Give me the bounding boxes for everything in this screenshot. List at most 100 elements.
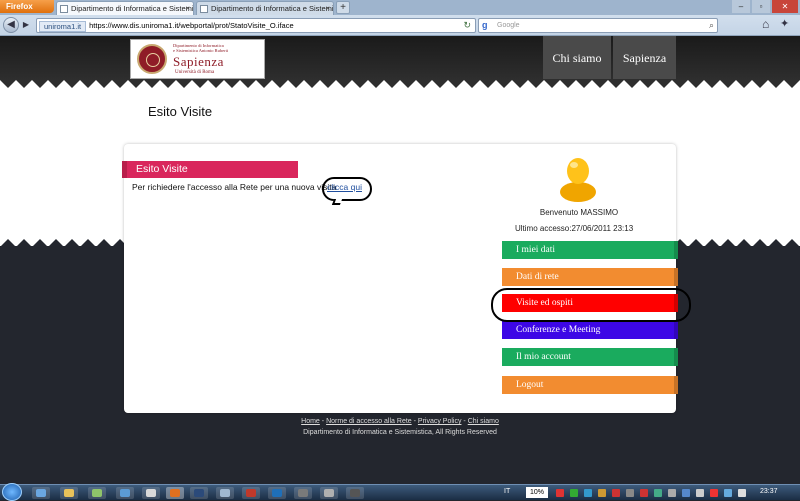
zoom-indicator[interactable]: 10% [526, 487, 548, 498]
tab-title: Dipartimento di Informatica e Sistemisti… [211, 4, 334, 13]
browser-tab[interactable]: Dipartimento di Informatica e Sistemisti… [196, 1, 334, 15]
footer-link-chi-siamo[interactable]: Chi siamo [468, 418, 499, 425]
navigation-toolbar: ◀ ▶ uniroma1.it https://www.dis.uniroma1.… [0, 15, 800, 35]
taskbar-app[interactable] [216, 487, 234, 499]
taskbar-app[interactable] [268, 487, 286, 499]
new-tab-button[interactable]: + [336, 1, 350, 14]
windows-taskbar: IT 10% 23:37 [0, 483, 800, 501]
firefox-menu-button[interactable]: Firefox [0, 0, 54, 13]
close-window-icon[interactable]: ✕ [772, 0, 798, 13]
search-icon[interactable]: ⌕ [709, 19, 714, 32]
tools-icon[interactable]: ✦ [780, 17, 789, 30]
page-icon [60, 5, 68, 13]
taskbar-app[interactable] [142, 487, 160, 499]
taskbar-app[interactable] [242, 487, 260, 499]
taskbar-app[interactable] [88, 487, 106, 499]
app-icon [324, 489, 334, 497]
google-icon: g [482, 20, 488, 30]
window-controls: – ▫ ✕ [732, 0, 798, 14]
page-icon [200, 5, 208, 13]
welcome-text: Benvenuto MASSIMO [539, 208, 619, 217]
browser-tab-active[interactable]: Dipartimento di Informatica e Sistemiti.… [56, 1, 194, 15]
tray-icon[interactable] [570, 489, 578, 497]
zigzag-top-divider [0, 79, 800, 88]
taskbar-app[interactable] [190, 487, 208, 499]
request-access-text: Per richiedere l'accesso alla Rete per u… [132, 182, 337, 192]
tab-bar: Firefox Dipartimento di Informatica e Si… [0, 0, 800, 15]
tray-icon[interactable] [682, 489, 690, 497]
start-button[interactable] [2, 483, 22, 501]
app-icon [272, 489, 282, 497]
logo-name: Sapienza [173, 54, 224, 69]
footer-copyright: Dipartimento di Informatica e Sistemisti… [303, 429, 497, 436]
language-indicator[interactable]: IT [504, 488, 510, 495]
taskbar-app[interactable] [294, 487, 312, 499]
menu-conferenze-e-meeting[interactable]: Conferenze e Meeting [502, 321, 678, 339]
taskbar-app[interactable] [116, 487, 134, 499]
footer-link-norme[interactable]: Norme di accesso alla Rete [326, 418, 412, 425]
search-placeholder: Google [497, 22, 520, 29]
app-icon [350, 489, 360, 497]
taskbar-app[interactable] [320, 487, 338, 499]
menu-il-mio-account[interactable]: Il mio account [502, 348, 678, 366]
annotation-circle-link [322, 177, 372, 201]
logo-university: Università di Roma [175, 70, 215, 75]
app-icon [92, 489, 102, 497]
taskbar-app[interactable] [60, 487, 78, 499]
search-input[interactable]: g Google ⌕ [478, 18, 718, 33]
home-icon[interactable]: ⌂ [762, 17, 769, 31]
close-tab-icon[interactable]: × [325, 2, 330, 15]
browser-chrome: Firefox Dipartimento di Informatica e Si… [0, 0, 800, 36]
menu-i-miei-dati[interactable]: I miei dati [502, 241, 678, 259]
sapienza-logo[interactable]: Dipartimento di Informatica e Sistemisti… [130, 39, 265, 79]
tray-icon[interactable] [710, 489, 718, 497]
app-icon [194, 489, 204, 497]
folder-icon [36, 489, 46, 497]
explorer-icon [64, 489, 74, 497]
taskbar-app-firefox[interactable] [166, 487, 184, 499]
app-icon [146, 489, 156, 497]
tray-icon[interactable] [626, 489, 634, 497]
tray-icon[interactable] [584, 489, 592, 497]
footer-link-home[interactable]: Home [301, 418, 320, 425]
menu-dati-di-rete[interactable]: Dati di rete [502, 268, 678, 286]
back-icon[interactable]: ◀ [3, 17, 19, 33]
tray-icon[interactable] [612, 489, 620, 497]
tray-icon[interactable] [696, 489, 704, 497]
minimize-icon[interactable]: – [732, 0, 750, 13]
nav-sapienza[interactable]: Sapienza [613, 36, 676, 80]
reload-icon[interactable]: ↻ [463, 19, 471, 32]
tray-icon[interactable] [668, 489, 676, 497]
speaker-icon[interactable] [738, 489, 746, 497]
nav-chi-siamo[interactable]: Chi siamo [543, 36, 611, 80]
app-icon [120, 489, 130, 497]
menu-logout[interactable]: Logout [502, 376, 678, 394]
section-title-bar: Esito Visite [122, 161, 298, 178]
footer-links: Home - Norme di accesso alla Rete - Priv… [0, 418, 800, 425]
app-icon [298, 489, 308, 497]
site-identity-badge[interactable]: uniroma1.it [39, 20, 87, 32]
tab-title: Dipartimento di Informatica e Sistemiti.… [71, 4, 194, 13]
taskbar-app[interactable] [346, 487, 364, 499]
site-header: Dipartimento di Informatica e Sistemisti… [0, 36, 800, 80]
tray-icon[interactable] [654, 489, 662, 497]
address-bar[interactable]: uniroma1.it https://www.dis.uniroma1.it/w… [36, 18, 476, 33]
footer-link-privacy[interactable]: Privacy Policy [418, 418, 462, 425]
app-icon [220, 489, 230, 497]
app-icon [246, 489, 256, 497]
user-avatar-icon [560, 158, 596, 202]
last-access-text: Ultimo accesso:27/06/2011 23:13 [515, 224, 634, 233]
tray-icon[interactable] [598, 489, 606, 497]
tray-icon[interactable] [556, 489, 564, 497]
taskbar-clock[interactable]: 23:37 [760, 488, 778, 495]
url-text: https://www.dis.uniroma1.it/webportal/pr… [89, 21, 294, 30]
logo-department: Dipartimento di Informatica e Sistemisti… [173, 43, 229, 53]
firefox-icon [170, 489, 180, 497]
tray-icon[interactable] [640, 489, 648, 497]
maximize-icon[interactable]: ▫ [752, 0, 770, 13]
close-tab-icon[interactable]: × [185, 2, 190, 15]
taskbar-app[interactable] [32, 487, 50, 499]
university-seal-icon [137, 44, 167, 74]
tray-icon[interactable] [724, 489, 732, 497]
forward-icon[interactable]: ▶ [20, 19, 32, 31]
